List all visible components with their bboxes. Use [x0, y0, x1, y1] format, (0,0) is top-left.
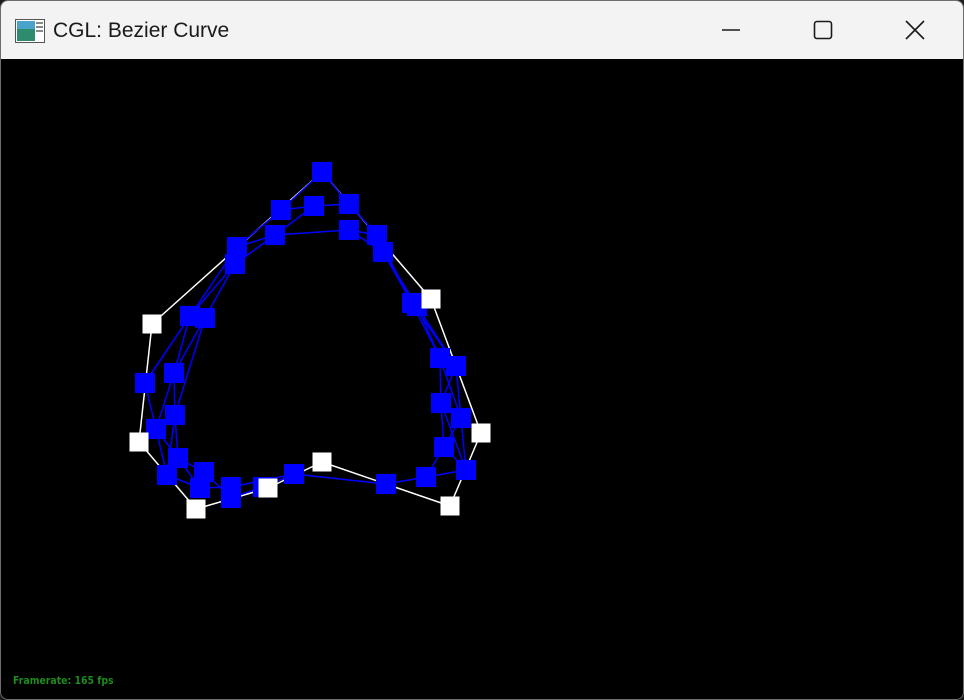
curve-point — [446, 356, 466, 376]
bezier-curve-segment — [274, 229, 350, 236]
curve-point — [456, 460, 476, 480]
window-title: CGL: Bezier Curve — [53, 19, 230, 42]
curve-point — [431, 393, 451, 413]
render-canvas[interactable] — [1, 59, 963, 699]
minimize-icon — [722, 29, 740, 31]
curve-point — [304, 196, 324, 216]
minimize-button[interactable] — [685, 1, 777, 59]
curve-point — [265, 225, 285, 245]
curve-point — [373, 242, 393, 262]
curve-point — [221, 488, 241, 508]
app-window-icon — [15, 19, 45, 43]
maximize-button[interactable] — [777, 1, 869, 59]
curve-point — [190, 478, 210, 498]
curve-point — [165, 405, 185, 425]
close-button[interactable] — [869, 1, 961, 59]
curve-point — [146, 419, 166, 439]
control-point[interactable] — [142, 314, 162, 334]
maximize-icon — [813, 20, 833, 40]
curve-point — [339, 220, 359, 240]
control-point[interactable] — [421, 289, 441, 309]
curve-point — [376, 474, 396, 494]
curve-point — [157, 465, 177, 485]
curve-point — [271, 200, 291, 220]
curve-point — [195, 308, 215, 328]
curve-point — [416, 467, 436, 487]
curve-point — [451, 408, 471, 428]
title-bar[interactable]: CGL: Bezier Curve — [1, 1, 963, 59]
curve-point — [135, 373, 155, 393]
curve-point — [339, 194, 359, 214]
control-point[interactable] — [471, 423, 491, 443]
framerate-label: Framerate: 165 fps — [13, 674, 114, 687]
app-window: CGL: Bezier Curve Framerate: 165 fps — [0, 0, 964, 700]
curve-point — [312, 162, 332, 182]
curve-point — [434, 437, 454, 457]
control-point[interactable] — [312, 452, 332, 472]
control-point[interactable] — [258, 478, 278, 498]
control-point[interactable] — [129, 432, 149, 452]
curve-point — [225, 254, 245, 274]
control-point[interactable] — [440, 496, 460, 516]
close-icon — [905, 20, 925, 40]
control-point[interactable] — [186, 499, 206, 519]
curve-point — [284, 464, 304, 484]
curve-point — [164, 363, 184, 383]
